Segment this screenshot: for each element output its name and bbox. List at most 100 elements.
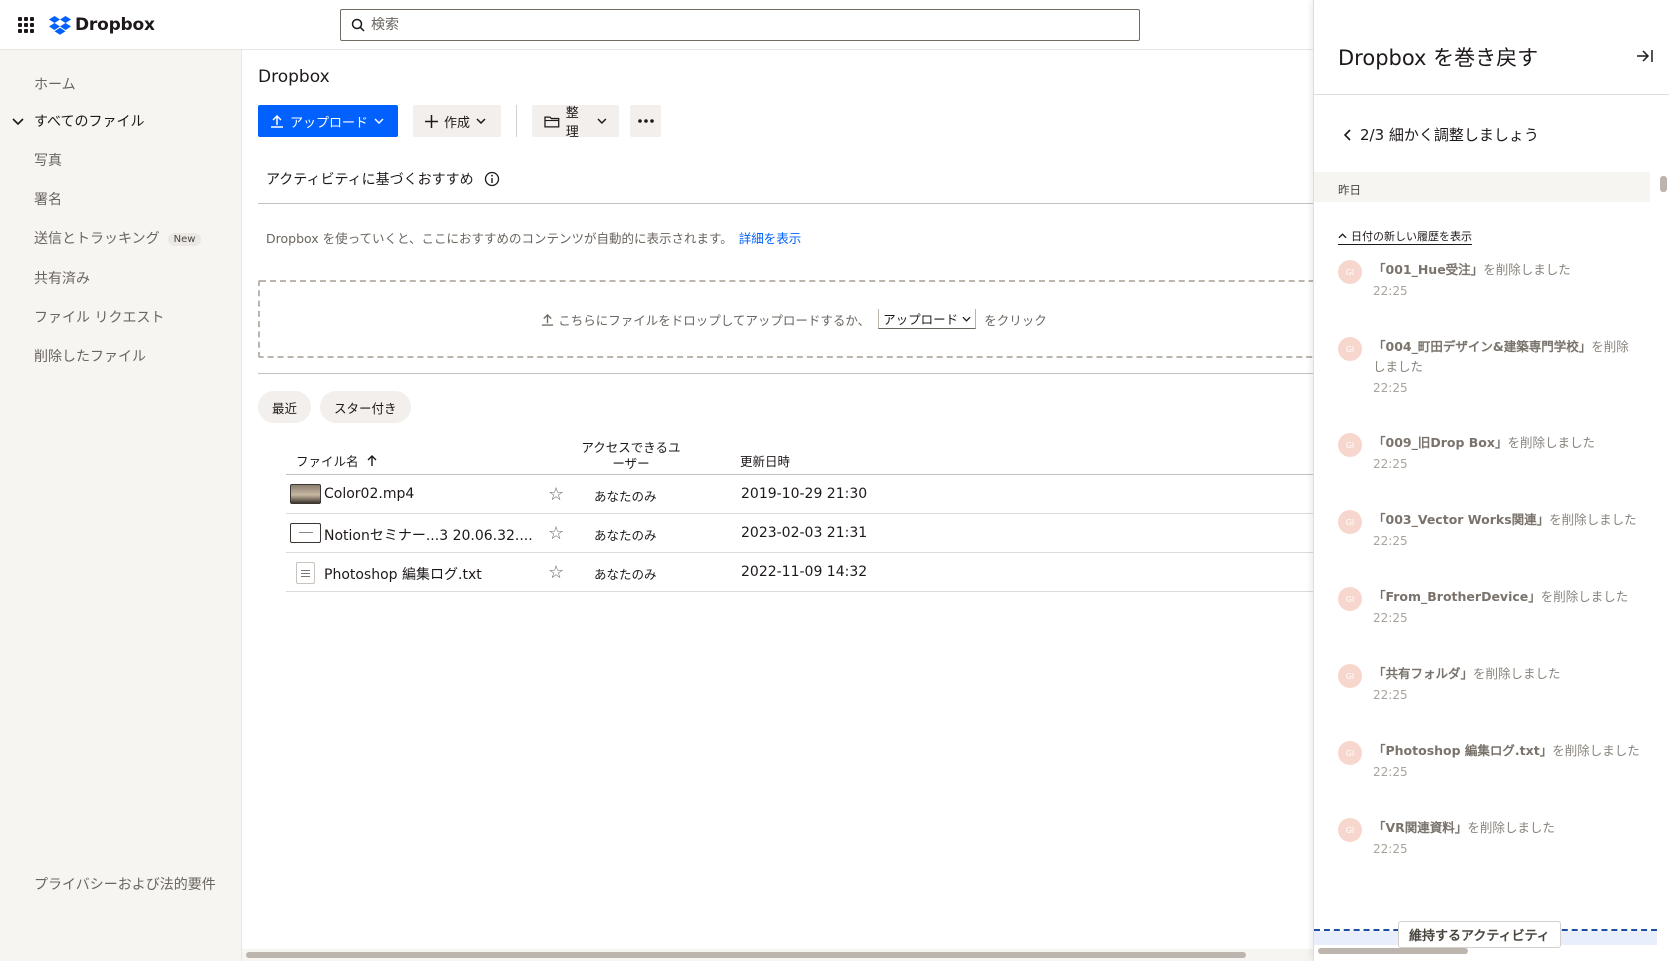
sidebar-item-home[interactable]: ホーム — [34, 74, 76, 94]
star-icon[interactable]: ☆ — [548, 484, 564, 505]
filter-starred[interactable]: スター付き — [320, 391, 411, 423]
chevron-left-icon — [1344, 128, 1351, 141]
sidebar-item-deleted-files[interactable]: 削除したファイル — [34, 346, 146, 366]
avatar: GI — [1338, 818, 1362, 842]
sidebar-item-all-files[interactable]: すべてのファイル — [34, 111, 144, 131]
sidebar: ホーム すべてのファイル 写真 署名 送信とトラッキング New 共有済み ファイ… — [0, 50, 242, 961]
activity-time: 22:25 — [1373, 765, 1408, 779]
dropbox-logo[interactable]: Dropbox — [49, 13, 155, 37]
activity-action: を削除しました — [1549, 512, 1637, 527]
sidebar-item-send-and-track[interactable]: 送信とトラッキング New — [34, 228, 202, 248]
panel-divider — [1314, 94, 1669, 95]
privacy-legal-link[interactable]: プライバシーおよび法的要件 — [34, 875, 224, 895]
avatar: GI — [1338, 260, 1362, 284]
sidebar-item-photos[interactable]: 写真 — [34, 150, 62, 170]
suggestions-description: Dropbox を使っていくと、ここにおすすめのコンテンツが自動的に表示されます… — [266, 228, 801, 247]
logo-text: Dropbox — [75, 15, 155, 35]
chevron-down-icon — [476, 118, 486, 124]
filter-recent[interactable]: 最近 — [258, 391, 312, 423]
suggestions-title: アクティビティに基づくおすすめ — [266, 172, 474, 188]
horizontal-scrollbar[interactable] — [242, 949, 1313, 961]
column-header-name[interactable]: ファイル名 — [296, 451, 377, 470]
panel-vertical-scrollbar[interactable] — [1657, 172, 1669, 942]
video-thumbnail-icon — [290, 484, 321, 504]
chevron-down-icon — [962, 316, 971, 322]
create-label: 作成 — [444, 115, 471, 131]
suggestions-header: アクティビティに基づくおすすめ — [266, 169, 500, 189]
upload-label: アップロード — [290, 115, 369, 131]
main-content: Dropbox アップロード 作成 整理 アクティビティに基づくおすすめ Dro… — [242, 50, 1313, 961]
dropbox-logo-icon — [49, 15, 71, 35]
sidebar-item-file-requests[interactable]: ファイル リクエスト — [34, 307, 164, 327]
activity-text: 「003_Vector Works関連」を削除しました — [1373, 510, 1641, 530]
organize-label: 整理 — [565, 106, 579, 140]
activity-target: 「共有フォルダ」 — [1373, 666, 1474, 681]
star-icon[interactable]: ☆ — [548, 523, 564, 544]
activity-text: 「VR関連資料」を削除しました — [1373, 818, 1641, 838]
search-bar[interactable] — [340, 9, 1140, 41]
modified-value: 2019-10-29 21:30 — [741, 486, 868, 502]
scrollbar-thumb[interactable] — [246, 952, 1246, 958]
activity-time: 22:25 — [1373, 611, 1408, 625]
file-name[interactable]: Notionセミナー...3 20.06.32.... — [324, 525, 533, 545]
dropzone-text: こちらにファイルをドロップしてアップロードするか、 — [558, 312, 871, 328]
show-newer-history-link[interactable]: 日付の新しい履歴を表示 — [1338, 228, 1472, 245]
sidebar-item-shared[interactable]: 共有済み — [34, 268, 90, 288]
search-input[interactable] — [371, 17, 1081, 33]
activity-target: 「From_BrotherDevice」 — [1373, 589, 1541, 604]
suggestions-divider — [258, 203, 1313, 204]
step-back-button[interactable]: 2/3 細かく調整しましょう — [1344, 124, 1539, 145]
activity-action: を削除しました — [1540, 589, 1629, 604]
table-row[interactable]: Photoshop 編集ログ.txt ☆ あなたのみ 2022-11-09 14… — [286, 553, 1313, 592]
more-options-button[interactable] — [630, 105, 661, 137]
sidebar-item-label: 送信とトラッキング — [34, 231, 160, 247]
activity-text: 「共有フォルダ」を削除しました — [1373, 664, 1641, 684]
image-thumbnail-icon — [290, 523, 321, 543]
panel-horizontal-scrollbar[interactable] — [1318, 948, 1468, 954]
sort-arrow-up-icon — [367, 455, 377, 466]
column-header-access[interactable]: アクセスできるユ ーザー — [576, 440, 686, 472]
search-icon — [351, 18, 365, 32]
activity-text: 「004_町田デザイン&建築専門学校」を削除しました — [1373, 337, 1641, 377]
organize-button[interactable]: 整理 — [532, 105, 619, 140]
access-value: あなたのみ — [594, 489, 657, 504]
plus-icon — [425, 114, 438, 128]
activity-target: 「Photoshop 編集ログ.txt」 — [1373, 743, 1553, 758]
dropzone-upload-label: アップロード — [883, 312, 959, 327]
ellipsis-icon — [637, 119, 654, 123]
info-icon[interactable] — [484, 171, 500, 187]
access-value: あなたのみ — [594, 567, 657, 582]
modified-value: 2023-02-03 21:31 — [741, 525, 868, 541]
panel-title: Dropbox を巻き戻す — [1338, 46, 1539, 70]
dropzone-upload-button[interactable]: アップロード — [878, 309, 977, 329]
show-newer-label: 日付の新しい履歴を表示 — [1351, 230, 1472, 243]
activity-target: 「003_Vector Works関連」 — [1373, 512, 1550, 527]
app-grid-icon[interactable] — [18, 17, 34, 33]
file-name[interactable]: Photoshop 編集ログ.txt — [324, 564, 482, 584]
breadcrumb[interactable]: Dropbox — [258, 67, 330, 87]
activity-text: 「Photoshop 編集ログ.txt」を削除しました — [1373, 741, 1641, 761]
access-value: あなたのみ — [594, 528, 657, 543]
table-row[interactable]: Color02.mp4 ☆ あなたのみ 2019-10-29 21:30 — [286, 475, 1313, 514]
column-access-label-1: アクセスできるユ — [581, 440, 681, 455]
activity-target: 「004_町田デザイン&建築専門学校」 — [1373, 339, 1592, 354]
activity-action: を削除しました — [1473, 666, 1561, 681]
create-button[interactable]: 作成 — [413, 105, 501, 137]
dropzone-divider — [258, 373, 1313, 374]
upload-dropzone[interactable]: こちらにファイルをドロップしてアップロードするか、 アップロード をクリック — [258, 280, 1313, 358]
table-row[interactable]: Notionセミナー...3 20.06.32.... ☆ あなたのみ 2023… — [286, 514, 1313, 553]
scrollbar-thumb[interactable] — [1660, 176, 1667, 192]
step-label: 2/3 細かく調整しましょう — [1360, 126, 1539, 144]
keep-activity-label[interactable]: 維持するアクティビティ — [1398, 921, 1561, 948]
upload-button[interactable]: アップロード — [258, 105, 398, 137]
file-name[interactable]: Color02.mp4 — [324, 486, 414, 502]
collapse-panel-icon[interactable] — [1636, 48, 1654, 64]
sidebar-item-signatures[interactable]: 署名 — [34, 189, 62, 209]
star-icon[interactable]: ☆ — [548, 562, 564, 583]
top-bar: Dropbox — [0, 0, 1313, 50]
upload-icon — [542, 313, 554, 326]
chevron-down-icon[interactable] — [12, 118, 24, 126]
column-header-modified[interactable]: 更新日時 — [740, 451, 790, 470]
learn-more-link[interactable]: 詳細を表示 — [739, 231, 802, 246]
activity-time: 22:25 — [1373, 284, 1408, 298]
